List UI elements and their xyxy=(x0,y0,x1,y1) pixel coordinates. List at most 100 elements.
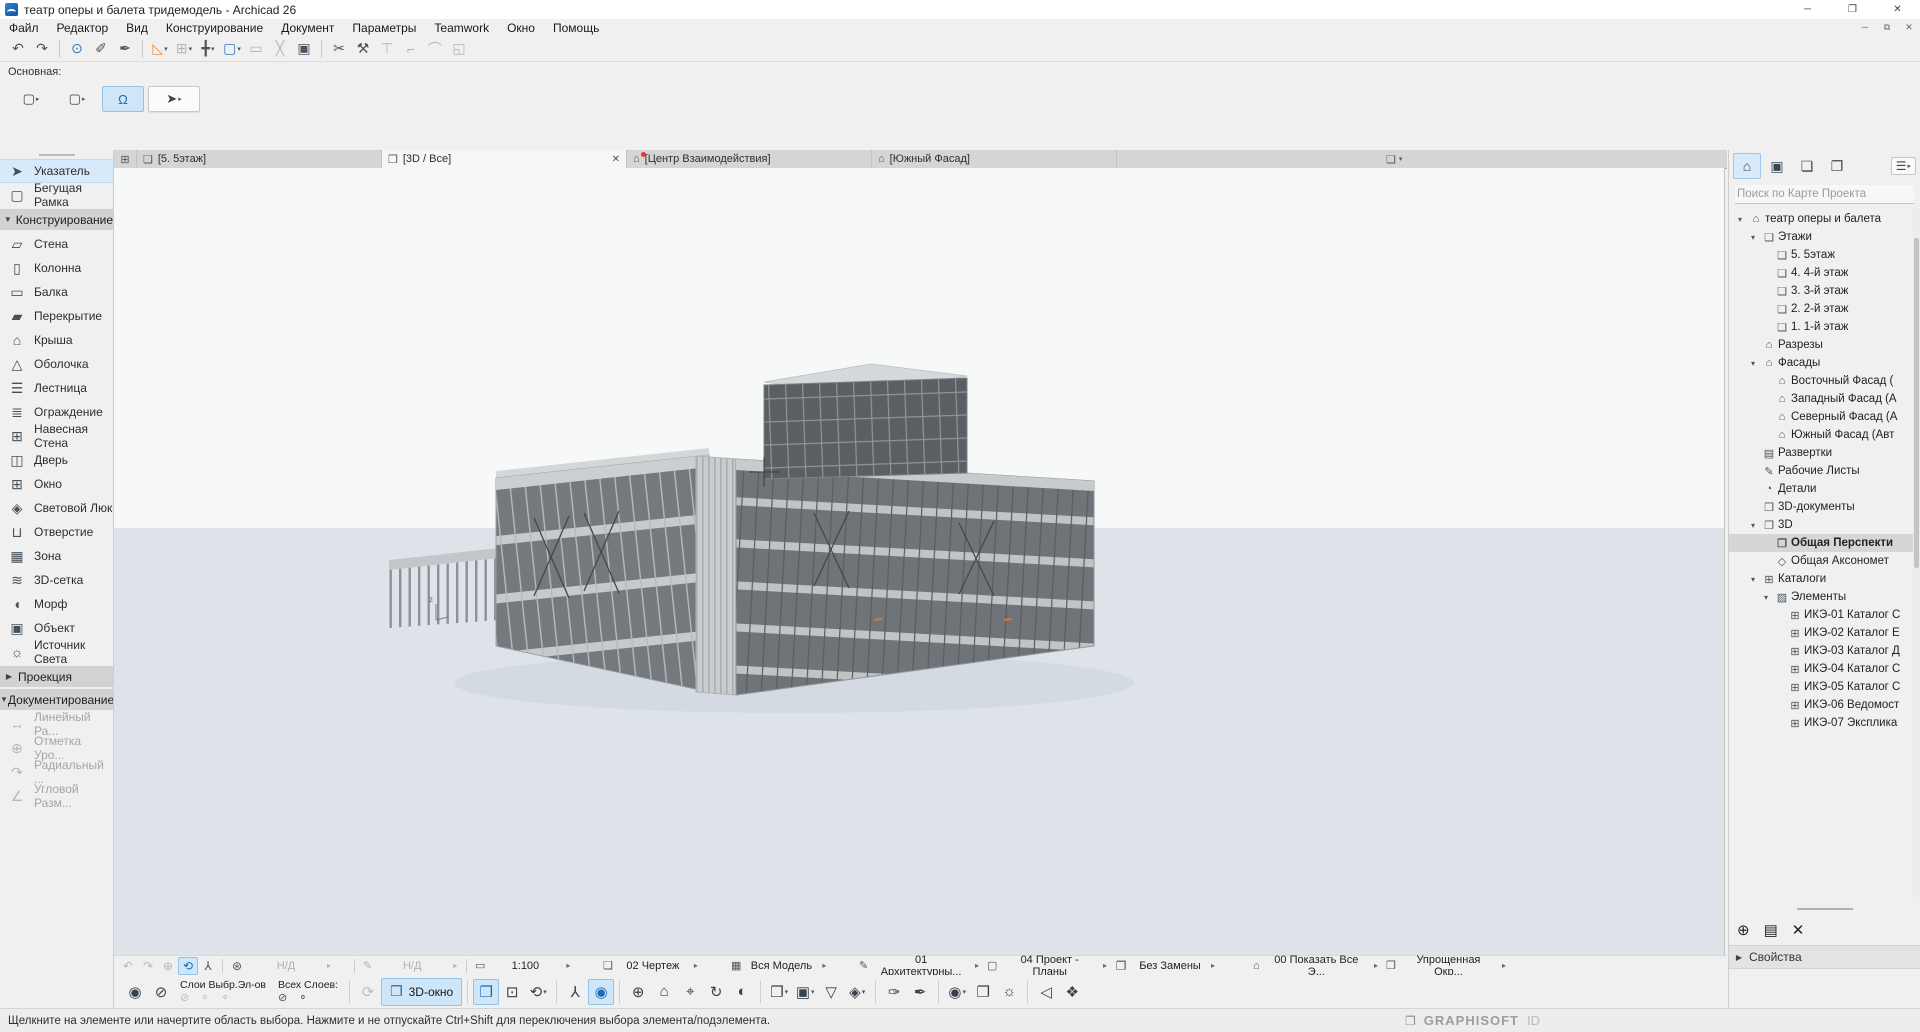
quick-option-select[interactable]: ✎ 01 Архитектурны... ▸ xyxy=(855,957,983,975)
tree-item[interactable]: ❏ 3. 3-й этаж xyxy=(1729,282,1920,300)
3d-bar-button[interactable]: ⊡ xyxy=(499,979,525,1005)
toolbar-button[interactable]: ↶ xyxy=(6,38,30,60)
toolbar-button[interactable]: ◱ xyxy=(447,38,471,60)
menu-item[interactable]: Окно xyxy=(498,21,544,35)
menu-item[interactable]: Параметры xyxy=(343,21,425,35)
menu-item[interactable]: Вид xyxy=(117,21,157,35)
tree-item[interactable]: ▾ ⌂ театр оперы и балета xyxy=(1729,210,1920,228)
window-control-button[interactable]: ✕ xyxy=(1875,0,1920,19)
tree-item[interactable]: ▤ Развертки xyxy=(1729,444,1920,462)
toolbar-button[interactable]: ◺▾ xyxy=(148,38,172,60)
quick-bar-button[interactable]: ↶ xyxy=(118,957,138,975)
3d-bar-button[interactable]: ◉ xyxy=(122,979,148,1005)
toolbox-tool[interactable]: ≣ Ограждение xyxy=(0,400,113,424)
toolbox-tool[interactable]: ▦ Зона xyxy=(0,544,113,568)
view-tab[interactable]: ❏ [5. 5этаж] xyxy=(137,150,382,168)
tree-item[interactable]: ▾ ⌂ Фасады xyxy=(1729,354,1920,372)
quick-bar-button[interactable]: ⟲ xyxy=(178,957,198,975)
quick-bar-button[interactable]: ⅄ xyxy=(198,957,218,975)
toolbox-tool[interactable]: ▭ Балка xyxy=(0,280,113,304)
3d-bar-button[interactable]: ↻ xyxy=(703,979,729,1005)
tree-item[interactable]: ▾ ❏ Этажи xyxy=(1729,228,1920,246)
menu-item[interactable]: Файл xyxy=(0,21,48,35)
mini-toolbar-button[interactable]: ➤▸ xyxy=(148,86,200,112)
toolbox-tool[interactable]: ▣ Объект xyxy=(0,616,113,640)
tree-item[interactable]: ⌂ Западный Фасад (А xyxy=(1729,390,1920,408)
menu-item[interactable]: Конструирование xyxy=(157,21,272,35)
toolbar-button[interactable]: ⌒ xyxy=(423,38,447,60)
navigator-map-button[interactable]: ❏ xyxy=(1793,153,1821,179)
document-control-button[interactable]: ⧉ xyxy=(1876,22,1898,33)
navigator-footer-button[interactable]: ▤ xyxy=(1764,921,1778,939)
3d-bar-button[interactable]: ⌖ xyxy=(677,979,703,1005)
quick-bar-button[interactable]: ❐ xyxy=(1111,957,1131,975)
tab-overflow-controls[interactable]: ❏ ▾ xyxy=(1386,150,1402,168)
toolbox-tool[interactable]: ⊞ Навесная Стена xyxy=(0,424,113,448)
toolbox-tool[interactable]: ◖ Морф xyxy=(0,592,113,616)
3d-bar-button[interactable]: ⊕ xyxy=(625,979,651,1005)
tree-item[interactable]: ⊞ ИКЭ-07 Эксплика xyxy=(1729,714,1920,732)
toolbox-tool[interactable]: ⊔ Отверстие xyxy=(0,520,113,544)
toolbar-button[interactable]: ╳ xyxy=(268,38,292,60)
quick-option-select[interactable]: ▢ 04 Проект - Планы ▸ xyxy=(983,957,1111,975)
tree-item[interactable]: ⌂ Южный Фасад (Авт xyxy=(1729,426,1920,444)
tree-item[interactable]: ⊞ ИКЭ-03 Каталог Д xyxy=(1729,642,1920,660)
3d-bar-button[interactable]: ◐ xyxy=(729,979,755,1005)
3d-bar-button[interactable]: ⊘ xyxy=(148,979,174,1005)
toolbar-button[interactable]: ▣ xyxy=(292,38,316,60)
quick-option-select[interactable]: ❏ 02 Чертеж ▸ xyxy=(599,957,727,975)
tree-expander-icon[interactable]: ▾ xyxy=(1746,575,1760,584)
tree-item[interactable]: ⌂ Северный Фасад (А xyxy=(1729,408,1920,426)
toolbox-section-header[interactable]: ▼ Документирование xyxy=(0,689,113,710)
navigator-footer-button[interactable]: ✕ xyxy=(1792,921,1805,939)
toolbox-tool[interactable]: ◫ Дверь xyxy=(0,448,113,472)
3d-bar-button[interactable]: ❐ xyxy=(970,979,996,1005)
tree-item[interactable]: ⊞ ИКЭ-02 Каталог Е xyxy=(1729,624,1920,642)
new-tab-icon[interactable]: ❏ xyxy=(1386,153,1396,166)
3d-bar-button[interactable]: ▽ xyxy=(818,979,844,1005)
tree-expander-icon[interactable]: ▾ xyxy=(1746,359,1760,368)
quick-option-select[interactable]: ✎ Н/Д ▸ xyxy=(359,957,462,975)
toolbar-button[interactable]: ✒ xyxy=(113,38,137,60)
properties-section-header[interactable]: ▶ Свойства xyxy=(1729,945,1920,969)
3d-bar-button[interactable]: ◉▾ xyxy=(944,979,970,1005)
tree-item[interactable]: ◇ Общая Аксономет xyxy=(1729,552,1920,570)
quick-option-select[interactable]: ▭ 1:100 ▸ xyxy=(471,957,599,975)
toolbar-button[interactable]: ▭ xyxy=(244,38,268,60)
toolbox-tool[interactable]: ⊞ Окно xyxy=(0,472,113,496)
tree-item[interactable]: ▾ ❒ 3D xyxy=(1729,516,1920,534)
tree-item[interactable]: ❏ 2. 2-й этаж xyxy=(1729,300,1920,318)
toolbox-tool[interactable]: ∠ Угловой Разм... xyxy=(0,784,113,808)
mini-toolbar-button[interactable]: Ω xyxy=(102,86,144,112)
toolbar-button[interactable]: ⊙ xyxy=(65,38,89,60)
3d-bar-button[interactable]: ⟲▾ xyxy=(525,979,551,1005)
toolbox-tool[interactable]: ⊕ Отметка Уро... xyxy=(0,736,113,760)
tree-item[interactable]: ⊞ ИКЭ-05 Каталог С xyxy=(1729,678,1920,696)
navigator-splitter[interactable] xyxy=(1729,903,1920,915)
quick-option-select[interactable]: ▦ Вся Модель ▸ xyxy=(727,957,855,975)
view-tab[interactable]: ❒ [3D / Все] ✕ xyxy=(382,150,627,168)
tree-scrollbar[interactable] xyxy=(1913,208,1920,903)
tree-item[interactable]: ❒ Общая Перспекти xyxy=(1729,534,1920,552)
navigator-map-button[interactable]: ▣ xyxy=(1763,153,1791,179)
graphisoft-id-button[interactable]: ❐ GRAPHISOFT ID xyxy=(1405,1013,1540,1028)
navigator-map-button[interactable]: ❐ xyxy=(1823,153,1851,179)
toolbar-button[interactable]: ✐ xyxy=(89,38,113,60)
mini-toolbar-button[interactable]: ▢▸ xyxy=(56,86,98,112)
3d-bar-button[interactable]: ⌂ xyxy=(651,979,677,1005)
menu-item[interactable]: Помощь xyxy=(544,21,608,35)
3d-bar-button[interactable]: ✑ xyxy=(881,979,907,1005)
3d-bar-button[interactable]: ⟳ xyxy=(355,979,381,1005)
quick-bar-button[interactable]: ↷ xyxy=(138,957,158,975)
tree-item[interactable]: ❏ 1. 1-й этаж xyxy=(1729,318,1920,336)
tree-item[interactable]: ⊞ ИКЭ-06 Ведомост xyxy=(1729,696,1920,714)
3d-bar-button[interactable]: ▣▾ xyxy=(792,979,818,1005)
toolbox-tool[interactable]: ▢ Бегущая Рамка xyxy=(0,183,113,207)
document-control-button[interactable]: ✕ xyxy=(1898,22,1920,33)
3d-bar-button[interactable]: ◉ xyxy=(588,979,614,1005)
tab-list-arrow-icon[interactable]: ▾ xyxy=(1399,155,1403,163)
window-control-button[interactable]: ❐ xyxy=(1830,0,1875,19)
mini-toolbar-button[interactable]: ▢▸ xyxy=(10,86,52,112)
toolbox-section-header[interactable]: ▼ Конструирование xyxy=(0,209,113,230)
menu-item[interactable]: Teamwork xyxy=(425,21,498,35)
